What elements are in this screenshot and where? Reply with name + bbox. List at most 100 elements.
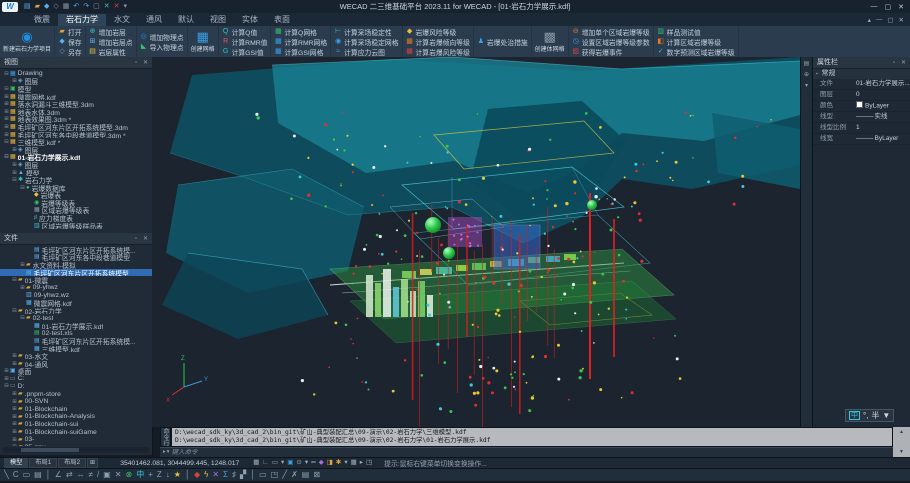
draw-tool-icon[interactable]: ◳ xyxy=(271,471,279,479)
tree-item[interactable]: ⊟▰02-test xyxy=(0,314,152,322)
close-all-icon[interactable]: ✕ xyxy=(114,3,120,10)
draw-tool-icon[interactable]: 中 xyxy=(136,471,144,479)
half-mode-button[interactable]: 半 xyxy=(871,412,879,420)
tree-item[interactable]: ▤毛坪矿区河东片区开拓系统模... xyxy=(0,337,152,345)
dropdown-icon[interactable]: ▾ xyxy=(344,460,347,467)
tree-item[interactable]: ⊞▰09-yhwz xyxy=(0,284,152,292)
ribbon-button[interactable]: ⊞增加岩层点 xyxy=(89,37,133,46)
tree-expander[interactable]: ⊟ xyxy=(11,177,18,183)
property-row[interactable]: 线型———实线 xyxy=(813,112,910,123)
tree-item[interactable]: ▤毛坪矿区河东各中段巷道模型 xyxy=(0,254,152,262)
redo-icon[interactable]: ↷ xyxy=(83,3,89,10)
ribbon-button[interactable]: ◎增加物理点 xyxy=(140,32,184,41)
tree-expander[interactable]: ⊞ xyxy=(11,170,18,176)
grid-toggle-icon[interactable]: ▦ xyxy=(253,460,259,467)
tree-expander[interactable]: ⊞ xyxy=(3,132,10,138)
ribbon-tab[interactable]: 实体 xyxy=(234,14,266,26)
draw-tool-icon[interactable]: ↔ xyxy=(77,471,85,479)
ribbon-button[interactable]: ⊖增加单个区域岩爆等级 xyxy=(572,27,650,36)
ribbon-button[interactable]: ▥样品测试值 xyxy=(657,27,735,36)
tree-item[interactable]: ⊞▰01-Blockchain-Analysis xyxy=(0,413,152,421)
ribbon-button[interactable]: ▰打开 xyxy=(58,27,82,36)
draw-tool-icon[interactable]: / xyxy=(97,471,99,479)
command-line-tab[interactable]: 命令行 xyxy=(160,427,171,447)
ribbon-button[interactable]: ≈计算应力云图 xyxy=(334,47,398,56)
ribbon-button[interactable]: ◷设置区域岩爆等级参数 xyxy=(572,37,650,46)
ortho-icon[interactable]: ∟ xyxy=(262,460,268,467)
draw-tool-icon[interactable]: ∠ xyxy=(55,471,62,479)
draw-tool-icon[interactable]: ╲ xyxy=(4,471,9,479)
draw-tool-icon[interactable]: ϟ xyxy=(204,471,208,479)
doc-close-button[interactable]: ✕ xyxy=(899,16,904,24)
tree-expander[interactable]: ⊞ xyxy=(11,353,18,359)
print-icon[interactable]: ▦ xyxy=(63,3,70,10)
ribbon-button[interactable]: ▦计算Q网格 xyxy=(274,27,327,36)
tree-item[interactable]: ⊞▰.pnpm-store xyxy=(0,390,152,398)
layout-tab[interactable]: 布局1 xyxy=(29,458,57,468)
tree-item[interactable]: ⊞▭C: xyxy=(0,375,152,383)
property-row[interactable]: 颜色ByLayer xyxy=(813,101,910,112)
horizontal-scrollbar[interactable] xyxy=(3,447,149,453)
draw-tool-icon[interactable]: │ xyxy=(46,471,51,479)
draw-tool-icon[interactable]: ⇄ xyxy=(66,471,73,479)
tree-item[interactable]: ⊞▰04-通风 xyxy=(0,360,152,368)
tree-expander[interactable]: ⊞ xyxy=(3,376,10,382)
tree-item[interactable]: ▦01-岩石力学展示.kdf xyxy=(0,322,152,330)
close-file-icon[interactable]: ✕ xyxy=(104,3,110,10)
maximize-button[interactable]: ▢ xyxy=(885,3,892,11)
fullscreen-icon[interactable]: ◳ xyxy=(366,460,372,467)
ribbon-tab[interactable]: 视图 xyxy=(202,14,234,26)
draw-tool-icon[interactable]: │ xyxy=(250,471,255,479)
tree-item[interactable]: ▦三维模型.kdf xyxy=(0,345,152,353)
pin-icon[interactable]: ▫ xyxy=(135,236,137,242)
ribbon-button[interactable]: ▦计算RMR网格 xyxy=(274,37,327,46)
ribbon-button[interactable]: ✓数字预测区域岩爆等级 xyxy=(657,47,735,56)
ribbon-tab[interactable]: 默认 xyxy=(170,14,202,26)
draw-tool-icon[interactable]: ★ xyxy=(174,471,181,479)
minimize-button[interactable]: — xyxy=(871,3,878,11)
ribbon-button[interactable]: ⊢计算采场稳定性 xyxy=(334,27,398,36)
save-as-icon[interactable]: ◇ xyxy=(53,3,58,10)
tree-item[interactable]: ⊞▰01-Blockchain-suiGame xyxy=(0,428,152,436)
pin-icon[interactable]: ▫ xyxy=(893,60,895,66)
properties-section-header[interactable]: ▪ 常规 xyxy=(813,69,910,79)
tree-item[interactable]: ⊟▰01-微震 xyxy=(0,276,152,284)
close-icon[interactable]: ✕ xyxy=(143,236,148,242)
more-icon[interactable]: ▾ xyxy=(124,3,128,10)
ribbon-button[interactable]: ♟岩爆处治措施 xyxy=(477,37,528,46)
draw-tool-icon[interactable]: │ xyxy=(185,471,190,479)
viewport-3d[interactable]: Z X Y xyxy=(152,57,800,427)
tree-expander[interactable]: ⊞ xyxy=(3,124,10,130)
draw-tool-icon[interactable]: ▣ xyxy=(103,471,111,479)
tree-item[interactable]: ▤02-test.xls xyxy=(0,330,152,338)
command-history[interactable]: D:\wecad_sdk_ky\3d_cad_2\bin_git\矿山-典型装配… xyxy=(171,427,893,447)
close-icon[interactable]: ✕ xyxy=(901,60,906,66)
draw-tool-icon[interactable]: C xyxy=(13,471,19,479)
tree-item[interactable]: ⊞▦毛坪矿区河东片区开拓系统模型.3dm xyxy=(0,123,152,131)
draw-tool-icon[interactable]: ♯ xyxy=(232,471,236,479)
tree-expander[interactable]: ⊞ xyxy=(19,262,26,268)
tree-expander[interactable]: ⊞ xyxy=(3,116,10,122)
tree-item[interactable]: ▤毛坪矿区河东片区开拓系统模... xyxy=(0,246,152,254)
tree-expander[interactable]: ⊞ xyxy=(11,147,18,153)
tree-expander[interactable]: ⊞ xyxy=(11,361,18,367)
tree-item[interactable]: ⊞▰水文资料-模拟 xyxy=(0,261,152,269)
ribbon-button[interactable]: Q计算Q值 xyxy=(222,27,268,36)
ribbon-tab[interactable]: 表面 xyxy=(266,14,298,26)
close-icon[interactable]: ✕ xyxy=(143,60,148,66)
ribbon-tab[interactable]: 通风 xyxy=(138,14,170,26)
tree-expander[interactable]: ⊞ xyxy=(19,285,26,291)
tree-item[interactable]: ⊞◈图层 xyxy=(0,78,152,86)
ribbon-button[interactable]: ▦创建网格 xyxy=(191,30,215,53)
tree-item[interactable]: ⊞▦微震网格.kdf xyxy=(0,93,152,101)
snap-icon[interactable]: ▭ xyxy=(272,460,278,467)
ribbon-button[interactable]: ▩创建体网格 xyxy=(535,30,565,53)
tree-expander[interactable]: ⊞ xyxy=(3,101,10,107)
open-file-icon[interactable]: ▰ xyxy=(35,3,40,10)
draw-tool-icon[interactable]: ↓ xyxy=(166,471,170,479)
tree-expander[interactable]: ⊞ xyxy=(11,78,18,84)
tree-item[interactable]: ◉岩爆等级表 xyxy=(0,199,152,207)
property-row[interactable]: 文件01-岩石力学展示... xyxy=(813,79,910,90)
ribbon-tab[interactable]: 微震 xyxy=(26,14,58,26)
draw-tool-icon[interactable]: ≠ xyxy=(89,471,93,479)
